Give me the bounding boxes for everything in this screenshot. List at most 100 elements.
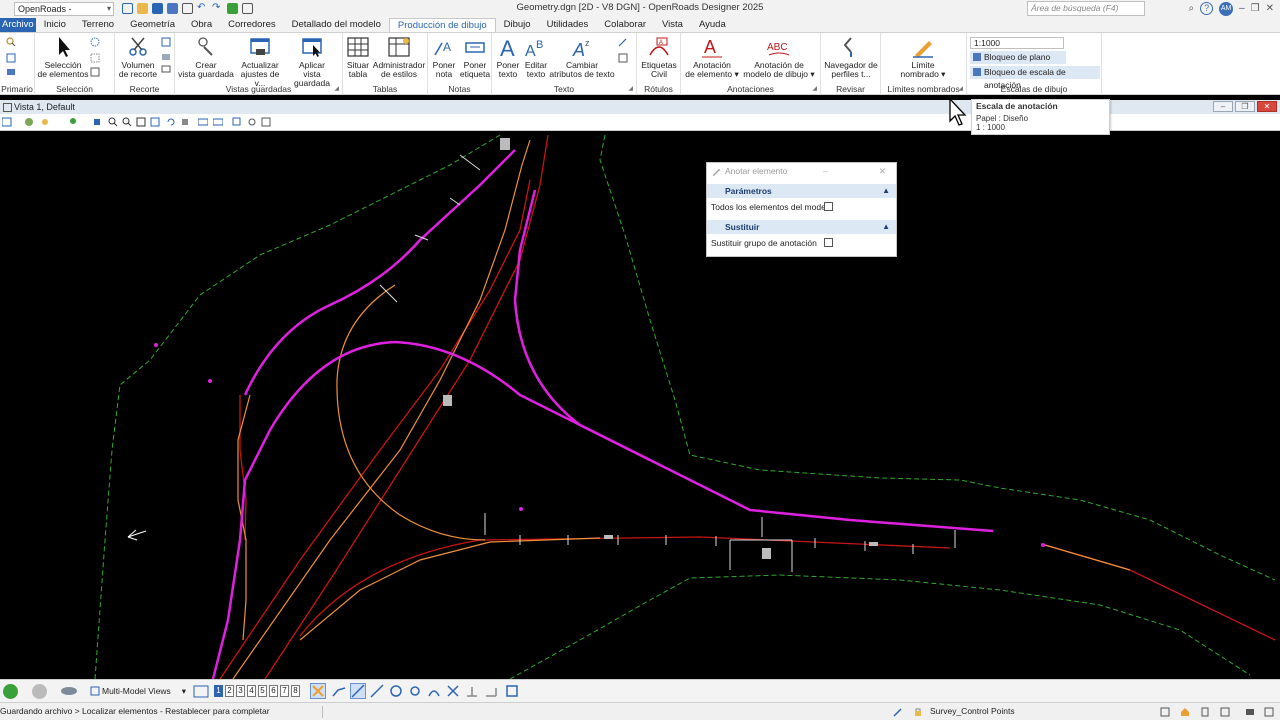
active-level[interactable]: Survey_Control Points (930, 703, 1015, 720)
window-area-icon[interactable] (136, 117, 146, 127)
pen-status-icon[interactable] (893, 707, 903, 717)
view-1-button[interactable]: 1 (214, 685, 223, 697)
view-2-button[interactable]: 2 (225, 685, 234, 697)
fence-box-icon[interactable] (90, 53, 100, 63)
administrador-estilos-button[interactable]: Administrador de estilos (372, 35, 426, 79)
model-icon[interactable] (60, 686, 78, 696)
undo-icon[interactable]: ↶ (197, 3, 208, 14)
redo-icon[interactable]: ↷ (212, 3, 223, 14)
fence-icon[interactable] (90, 37, 100, 47)
chevron-up-icon[interactable]: ▲ (882, 220, 890, 234)
snap-tangent-button[interactable] (426, 683, 442, 699)
anotacion-modelo-button[interactable]: ABC Anotación de modelo de dibujo ▾ (743, 35, 815, 79)
fit-view-icon[interactable] (150, 117, 160, 127)
tab-archivo[interactable]: Archivo (0, 18, 36, 32)
save-all-icon[interactable] (167, 3, 178, 14)
view-close-button[interactable]: ✕ (1257, 101, 1277, 112)
view-next-icon[interactable] (213, 117, 223, 127)
workspace-select[interactable]: OpenRoads - Modelado (14, 1, 114, 26)
tab-terreno[interactable]: Terreno (74, 18, 122, 32)
actualizar-ajustes-button[interactable]: Actualizar ajustes de v... (235, 35, 285, 88)
annotation-scale-select[interactable]: 1:1000 (970, 37, 1064, 49)
light-icon[interactable] (40, 117, 50, 127)
view-restore-button[interactable]: ❐ (1235, 101, 1255, 112)
view-4-button[interactable]: 4 (247, 685, 256, 697)
view-rotate-tool-icon[interactable] (247, 117, 257, 127)
home-icon[interactable] (1180, 707, 1190, 717)
chevron-up-icon[interactable]: ▲ (882, 184, 890, 198)
snap-parallel-button[interactable] (483, 683, 499, 699)
limite-nombrado-button[interactable]: Límite nombrado ▾ (895, 35, 951, 79)
view-windows-icon[interactable] (193, 685, 209, 698)
tab-colaborar[interactable]: Colaborar (596, 18, 654, 32)
forward-icon[interactable] (32, 684, 47, 699)
aplicar-vista-button[interactable]: Aplicar vista guardada (285, 35, 339, 88)
zoom-in-icon[interactable] (108, 117, 118, 127)
tab-produccion-dibujo[interactable]: Producción de dibujo (388, 18, 496, 32)
select-tool-icon[interactable] (6, 37, 16, 47)
print-icon[interactable] (242, 3, 253, 14)
dialog-minimize-icon[interactable]: – (823, 163, 828, 180)
sheet-icon[interactable] (1200, 707, 1210, 717)
text-spell-icon[interactable] (618, 53, 628, 63)
display-style-icon[interactable] (24, 117, 34, 127)
dialog-launcher-icon[interactable]: ◢ (812, 85, 817, 92)
clip-back-icon[interactable] (161, 65, 171, 75)
open-folder-icon[interactable] (137, 3, 148, 14)
tab-obra[interactable]: Obra (183, 18, 220, 32)
todos-elementos-checkbox[interactable] (824, 202, 833, 211)
model-status-icon[interactable] (1160, 707, 1170, 717)
clip-tool-icon[interactable] (92, 117, 102, 127)
save-icon[interactable] (152, 3, 163, 14)
attributes-icon[interactable] (6, 53, 16, 63)
lock-annotation-scale-toggle[interactable]: Bloqueo de escala de anotación (970, 66, 1100, 90)
back-icon[interactable] (3, 684, 18, 699)
square-select-icon[interactable] (90, 67, 100, 77)
tab-corredores[interactable]: Corredores (220, 18, 284, 32)
poner-texto-button[interactable]: A Poner texto (494, 35, 522, 79)
tab-vista[interactable]: Vista (654, 18, 691, 32)
view-3-button[interactable]: 3 (236, 685, 245, 697)
view-settings-icon[interactable] (261, 117, 271, 127)
snap-center-button[interactable] (388, 683, 404, 699)
section-sustituir[interactable]: Sustituir ▲ (707, 220, 896, 234)
grid-icon[interactable] (1220, 707, 1230, 717)
view-5-button[interactable]: 5 (258, 685, 267, 697)
message-center-icon[interactable] (1245, 707, 1255, 717)
view-previous-icon[interactable] (198, 117, 208, 127)
view-6-button[interactable]: 6 (269, 685, 278, 697)
editar-texto-button[interactable]: AB Editar texto (522, 35, 550, 79)
level-icon[interactable] (6, 67, 16, 77)
location-pin-icon[interactable] (68, 117, 78, 127)
copy-icon[interactable] (182, 3, 193, 14)
tab-dibujo[interactable]: Dibujo (496, 18, 539, 32)
copy-view-icon[interactable] (232, 117, 242, 127)
snap-keypoint-button[interactable] (350, 683, 366, 699)
search-input[interactable]: Área de búsqueda (F4) (1027, 1, 1145, 16)
dialog-launcher-icon[interactable]: ◢ (958, 85, 963, 92)
pin-icon[interactable] (227, 3, 238, 14)
poner-nota-button[interactable]: A Poner nota (429, 35, 459, 79)
dialog-launcher-icon[interactable]: ◢ (334, 85, 339, 92)
restore-icon[interactable]: ❐ (1251, 3, 1260, 14)
clip-mask-icon[interactable] (161, 37, 171, 47)
anotacion-elemento-button[interactable]: A Anotación de elemento ▾ (683, 35, 741, 79)
tab-inicio[interactable]: Inicio (36, 18, 74, 32)
tab-ayuda[interactable]: Ayuda (691, 18, 734, 32)
multi-model-views-select[interactable]: Multi-Model Views ▾ (102, 685, 186, 698)
lock-icon[interactable] (913, 707, 923, 717)
new-file-icon[interactable] (122, 3, 133, 14)
dialog-title-bar[interactable]: Anotar elemento – ✕ (707, 163, 896, 180)
snap-intersect-button[interactable] (445, 683, 461, 699)
help-icon[interactable]: ? (1200, 2, 1214, 15)
view-8-button[interactable]: 8 (291, 685, 300, 697)
notifications-icon[interactable] (1264, 707, 1274, 717)
snap-intersection-button[interactable] (310, 683, 326, 699)
geometry-drawing[interactable] (0, 131, 1280, 679)
dialog-close-icon[interactable]: ✕ (879, 163, 886, 180)
cambiar-atributos-button[interactable]: Az Cambiar atributos de texto (548, 35, 616, 79)
snap-origin-button[interactable] (407, 683, 423, 699)
crear-vista-button[interactable]: Crear vista guardada (177, 35, 235, 79)
section-parametros[interactable]: Parámetros ▲ (707, 184, 896, 198)
dialog-launcher-icon[interactable]: ◢ (628, 85, 633, 92)
